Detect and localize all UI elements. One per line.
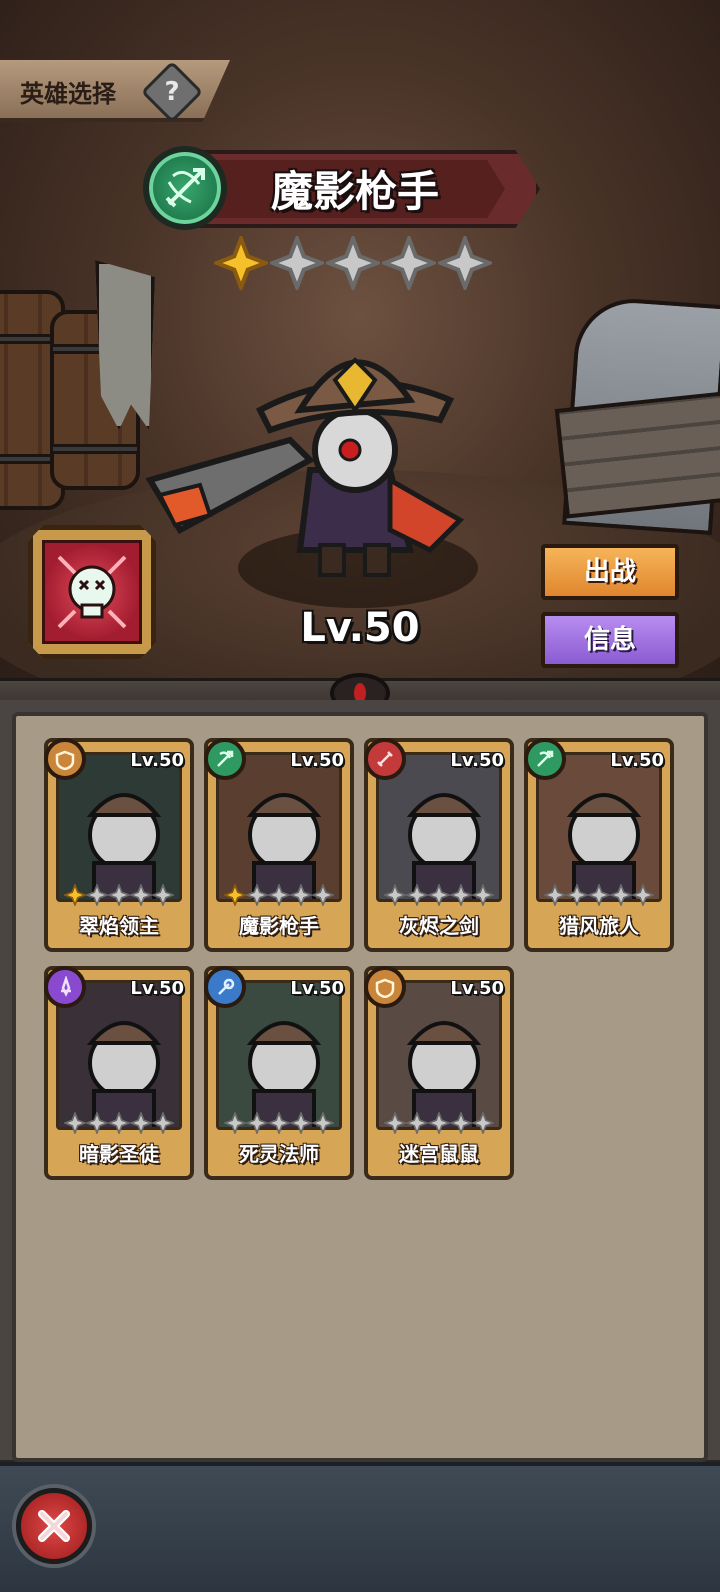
hero-portrait-art xyxy=(246,793,322,899)
star-empty-icon xyxy=(406,884,428,906)
bow-icon xyxy=(204,738,246,780)
star-empty-icon xyxy=(326,236,380,290)
hero-character-art xyxy=(145,357,465,577)
star-empty-icon xyxy=(632,884,654,906)
hero-card-stars xyxy=(224,884,340,906)
crate-decoration xyxy=(554,391,720,519)
star-empty-icon xyxy=(64,1112,86,1134)
star-empty-icon xyxy=(312,1112,334,1134)
staff-icon xyxy=(204,966,246,1008)
star-empty-icon xyxy=(86,1112,108,1134)
shield-icon xyxy=(364,966,406,1008)
star-empty-icon xyxy=(246,1112,268,1134)
hero-card-level: Lv.50 xyxy=(610,750,664,771)
hero-card-name: 翠焰领主 xyxy=(79,914,159,938)
star-empty-icon xyxy=(108,1112,130,1134)
hero-card-name: 灰烬之剑 xyxy=(399,914,479,938)
bottom-bar xyxy=(0,1462,720,1592)
hero-card-name: 迷宫鼠鼠 xyxy=(399,1142,479,1166)
star-empty-icon xyxy=(268,884,290,906)
star-empty-icon xyxy=(86,884,108,906)
bow-icon xyxy=(143,146,227,230)
hero-card[interactable]: Lv.50 翠焰领主 xyxy=(44,738,194,952)
info-button[interactable]: 信息 xyxy=(541,612,679,668)
hero-card-level: Lv.50 xyxy=(450,750,504,771)
hero-card-level: Lv.50 xyxy=(290,978,344,999)
star-empty-icon xyxy=(130,1112,152,1134)
star-empty-icon xyxy=(588,884,610,906)
hero-card-level: Lv.50 xyxy=(290,750,344,771)
hero-roster-panel: Lv.50 翠焰领主 Lv.50 魔影枪手 Lv.50 灰烬之剑 Lv.50 猎风旅人 Lv.5… xyxy=(12,712,708,1462)
star-empty-icon xyxy=(566,884,588,906)
star-empty-icon xyxy=(472,884,494,906)
hero-portrait-art xyxy=(406,793,482,899)
hero-card-name: 猎风旅人 xyxy=(559,914,639,938)
hero-card-level: Lv.50 xyxy=(130,978,184,999)
hero-card-name: 暗影圣徒 xyxy=(79,1142,159,1166)
question-icon: ? xyxy=(164,77,180,107)
hero-card-name: 魔影枪手 xyxy=(239,914,319,938)
star-empty-icon xyxy=(152,884,174,906)
close-button[interactable] xyxy=(16,1488,92,1564)
hero-portrait-art xyxy=(86,1021,162,1127)
hero-card[interactable]: Lv.50 死灵法师 xyxy=(204,966,354,1180)
star-empty-icon xyxy=(224,1112,246,1134)
hero-card[interactable]: Lv.50 灰烬之剑 xyxy=(364,738,514,952)
hero-card-stars xyxy=(224,1112,340,1134)
star-empty-icon xyxy=(472,1112,494,1134)
star-empty-icon xyxy=(246,884,268,906)
hero-portrait-art xyxy=(566,793,642,899)
star-empty-icon xyxy=(152,1112,174,1134)
star-empty-icon xyxy=(384,884,406,906)
hero-card-level: Lv.50 xyxy=(450,978,504,999)
star-empty-icon xyxy=(290,1112,312,1134)
hero-portrait-art xyxy=(246,1021,322,1127)
star-filled-icon xyxy=(214,236,268,290)
hero-card-level: Lv.50 xyxy=(130,750,184,771)
star-empty-icon xyxy=(450,1112,472,1134)
close-icon xyxy=(38,1510,70,1542)
star-empty-icon xyxy=(108,884,130,906)
star-empty-icon xyxy=(312,884,334,906)
star-empty-icon xyxy=(428,1112,450,1134)
hero-card[interactable]: Lv.50 迷宫鼠鼠 xyxy=(364,966,514,1180)
star-empty-icon xyxy=(270,236,324,290)
star-empty-icon xyxy=(406,1112,428,1134)
dagger-icon xyxy=(44,966,86,1008)
skill-icon-slot[interactable] xyxy=(42,540,142,644)
hero-card-name: 死灵法师 xyxy=(239,1142,319,1166)
hero-portrait-art xyxy=(86,793,162,899)
star-filled-icon xyxy=(224,884,246,906)
hero-portrait-art xyxy=(406,1021,482,1127)
star-empty-icon xyxy=(130,884,152,906)
skull-icon xyxy=(57,555,127,629)
sword-icon xyxy=(364,738,406,780)
star-empty-icon xyxy=(610,884,632,906)
star-empty-icon xyxy=(290,884,312,906)
hero-card-stars xyxy=(544,884,660,906)
star-empty-icon xyxy=(428,884,450,906)
star-empty-icon xyxy=(450,884,472,906)
shield-icon xyxy=(44,738,86,780)
hero-card[interactable]: Lv.50 猎风旅人 xyxy=(524,738,674,952)
hero-card-stars xyxy=(64,884,180,906)
hero-level: Lv.50 xyxy=(300,605,420,651)
star-empty-icon xyxy=(544,884,566,906)
star-empty-icon xyxy=(268,1112,290,1134)
hero-card-stars xyxy=(384,884,500,906)
star-empty-icon xyxy=(382,236,436,290)
hero-card-stars xyxy=(384,1112,500,1134)
hero-star-rating xyxy=(214,236,514,292)
bow-icon xyxy=(524,738,566,780)
hero-card[interactable]: Lv.50 魔影枪手 xyxy=(204,738,354,952)
battle-button[interactable]: 出战 xyxy=(541,544,679,600)
hero-card[interactable]: Lv.50 暗影圣徒 xyxy=(44,966,194,1180)
hero-card-stars xyxy=(64,1112,180,1134)
star-empty-icon xyxy=(384,1112,406,1134)
hero-name: 魔影枪手 xyxy=(270,167,439,216)
star-empty-icon xyxy=(438,236,492,290)
page-title: 英雄选择 xyxy=(20,80,116,108)
star-filled-icon xyxy=(64,884,86,906)
